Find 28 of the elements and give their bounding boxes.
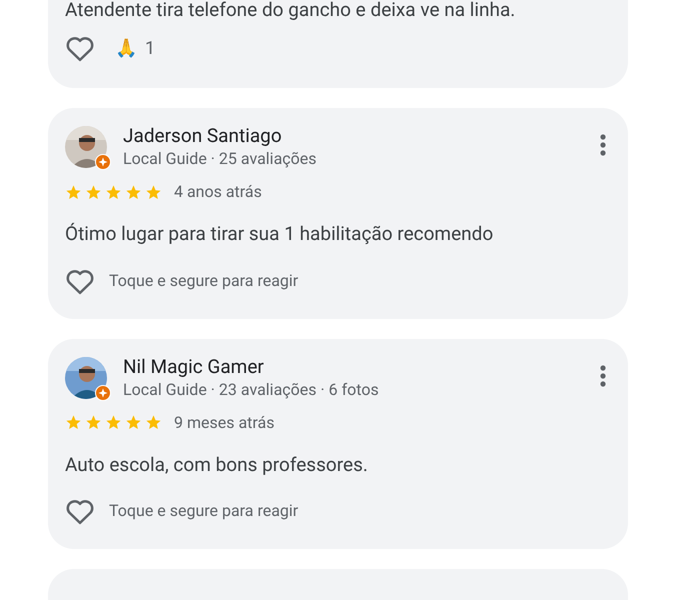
reviewer-meta: Local Guide · 25 avaliações — [123, 148, 318, 170]
star-icon — [65, 414, 82, 431]
reviewer-name[interactable]: Nil Magic Gamer — [123, 354, 600, 378]
review-text: Atendente tira telefone do gancho e deixa ve na linha. — [65, 0, 516, 20]
local-guide-badge-icon — [95, 154, 111, 170]
reaction-count[interactable]: 🙏 1 — [115, 34, 156, 62]
star-icon — [125, 414, 142, 431]
more-options-icon[interactable] — [600, 134, 606, 156]
star-icon — [145, 184, 162, 200]
star-icon — [125, 184, 142, 200]
reviewer-name[interactable]: Jaderson Santiago — [123, 124, 600, 148]
star-icon — [85, 414, 102, 431]
star-icon — [105, 184, 122, 200]
star-icon — [145, 414, 162, 431]
star-icon — [65, 184, 82, 200]
review-text: Ótimo lugar para tirar sua 1 habilitação recomendo — [65, 221, 494, 247]
star-icon — [105, 414, 122, 431]
reaction-hint: Toque e segure para reagir — [109, 500, 298, 522]
heart-icon[interactable] — [65, 34, 95, 62]
star-icon — [85, 184, 102, 200]
review-text: Auto escola, com bons professores. — [65, 452, 369, 478]
more-options-icon[interactable] — [600, 364, 606, 386]
local-guide-badge-icon — [95, 384, 111, 400]
review-time: 4 anos atrás — [174, 181, 262, 203]
review-time: 9 meses atrás — [174, 412, 274, 434]
reaction-hint: Toque e segure para reagir — [109, 270, 298, 292]
reviewer-meta: Local Guide · 23 avaliações · 6 fotos — [123, 378, 380, 400]
heart-icon[interactable] — [65, 497, 95, 525]
